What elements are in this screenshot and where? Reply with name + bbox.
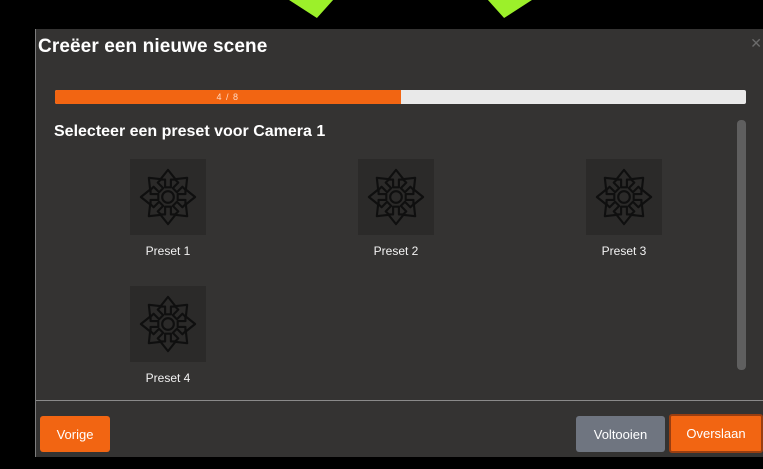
preset-label: Preset 1 <box>145 244 191 258</box>
annotation-arrow-right <box>482 0 532 18</box>
pan-tilt-arrows-icon <box>586 159 662 235</box>
pan-tilt-arrows-icon <box>130 159 206 235</box>
pan-tilt-arrows-icon <box>130 286 206 362</box>
preset-1[interactable]: Preset 1 <box>108 159 228 258</box>
preset-label: Preset 2 <box>373 244 419 258</box>
vertical-scrollbar[interactable] <box>737 120 746 370</box>
preset-selection-heading: Selecteer een preset voor Camera 1 <box>54 123 326 140</box>
footer-divider <box>36 400 763 401</box>
preset-label: Preset 3 <box>601 244 647 258</box>
progress-bar: 4 / 8 <box>55 90 746 104</box>
preset-2[interactable]: Preset 2 <box>336 159 456 258</box>
dialog-title: Creëer een nieuwe scene <box>38 36 268 57</box>
preset-3[interactable]: Preset 3 <box>564 159 684 258</box>
previous-button[interactable]: Vorige <box>40 416 110 452</box>
annotation-arrow-left <box>289 0 339 18</box>
preset-4[interactable]: Preset 4 <box>108 286 228 385</box>
progress-fill: 4 / 8 <box>55 90 401 104</box>
finish-button[interactable]: Voltooien <box>576 416 665 452</box>
close-icon[interactable]: ✕ <box>750 35 762 52</box>
new-scene-dialog: Creëer een nieuwe scene ✕ 4 / 8 Selectee… <box>35 29 763 457</box>
pan-tilt-arrows-icon <box>358 159 434 235</box>
skip-button[interactable]: Overslaan <box>669 414 763 453</box>
preset-label: Preset 4 <box>145 371 191 385</box>
